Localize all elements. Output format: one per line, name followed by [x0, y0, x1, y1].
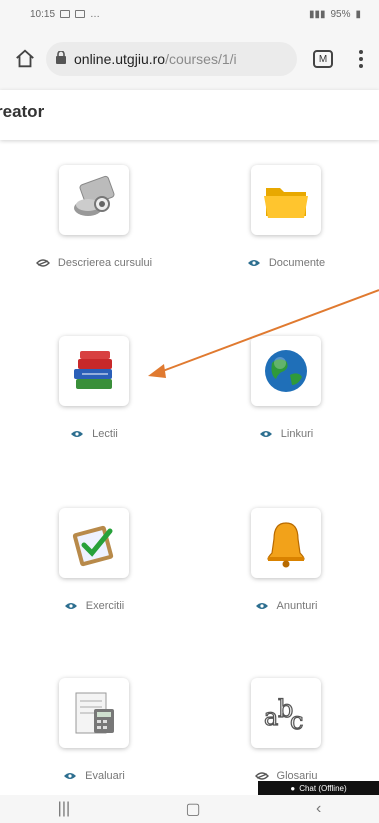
url-bar[interactable]: online.utgjiu.ro/courses/1/i [46, 42, 297, 76]
more-notifications-icon: … [90, 8, 101, 20]
folder-icon [251, 165, 321, 235]
status-time: 10:15 [30, 8, 56, 20]
battery-text: 95% [330, 8, 351, 20]
tile-label[interactable]: Evaluari [85, 770, 125, 782]
browser-toolbar: online.utgjiu.ro/courses/1/i M [0, 28, 379, 90]
home-icon[interactable] [12, 46, 38, 72]
globe-icon [251, 336, 321, 406]
bell-icon [251, 508, 321, 578]
visibility-hidden-icon[interactable] [35, 259, 50, 267]
url-path: /courses/1/i [165, 51, 237, 67]
signal-icon: ▮▮▮ [308, 8, 326, 20]
visibility-icon[interactable] [259, 430, 273, 438]
visibility-icon[interactable] [247, 259, 261, 267]
abc-glossary-icon: a b c [251, 678, 321, 748]
page-title: reator [0, 102, 45, 121]
visibility-icon[interactable] [63, 772, 77, 780]
notification-icon [75, 10, 86, 18]
calculator-icon [59, 678, 129, 748]
visibility-icon[interactable] [70, 430, 84, 438]
tile-linkuri[interactable]: Linkuri [212, 336, 360, 440]
tile-label[interactable]: Exercitii [86, 600, 125, 612]
svg-text:a: a [264, 703, 278, 731]
tile-descrierea-cursului[interactable]: Descrierea cursului [20, 165, 168, 269]
lock-icon [56, 50, 66, 67]
tile-label[interactable]: Linkuri [281, 428, 313, 440]
visibility-icon[interactable] [64, 602, 78, 610]
url-host: online.utgjiu.ro [74, 51, 166, 67]
menu-icon[interactable] [351, 50, 371, 68]
status-bar: 10:15 … ▮▮▮ 95% ▮ [0, 0, 379, 28]
tile-label[interactable]: Lectii [92, 428, 118, 440]
recent-apps-icon[interactable]: ||| [58, 800, 70, 818]
course-description-icon [59, 165, 129, 235]
tile-glosariu[interactable]: a b c Glosariu [212, 678, 360, 782]
system-nav-bar: ||| ▢ ‹ [0, 795, 379, 823]
tile-anunturi[interactable]: Anunturi [212, 508, 360, 612]
tile-lectii[interactable]: Lectii [20, 336, 168, 440]
tile-evaluari[interactable]: Evaluari [20, 678, 168, 782]
tile-documente[interactable]: Documente [212, 165, 360, 269]
tile-label[interactable]: Documente [269, 257, 325, 269]
page-header: reator [0, 90, 379, 140]
notification-icon [60, 10, 71, 18]
home-nav-icon[interactable]: ▢ [186, 799, 201, 819]
tile-exercitii[interactable]: Exercitii [20, 508, 168, 612]
tile-label[interactable]: Anunturi [277, 600, 318, 612]
chat-button[interactable]: ● Chat (Offline) [258, 781, 379, 795]
visibility-hidden-icon[interactable] [254, 772, 269, 780]
visibility-icon[interactable] [255, 602, 269, 610]
chat-label: Chat (Offline) [299, 783, 347, 793]
tabs-button[interactable]: M [313, 50, 333, 68]
clipboard-check-icon [59, 508, 129, 578]
svg-text:c: c [290, 707, 303, 735]
tile-label[interactable]: Descrierea cursului [58, 257, 152, 269]
chat-icon: ● [290, 783, 296, 793]
battery-icon: ▮ [355, 8, 361, 20]
back-icon[interactable]: ‹ [316, 800, 321, 818]
books-icon [59, 336, 129, 406]
